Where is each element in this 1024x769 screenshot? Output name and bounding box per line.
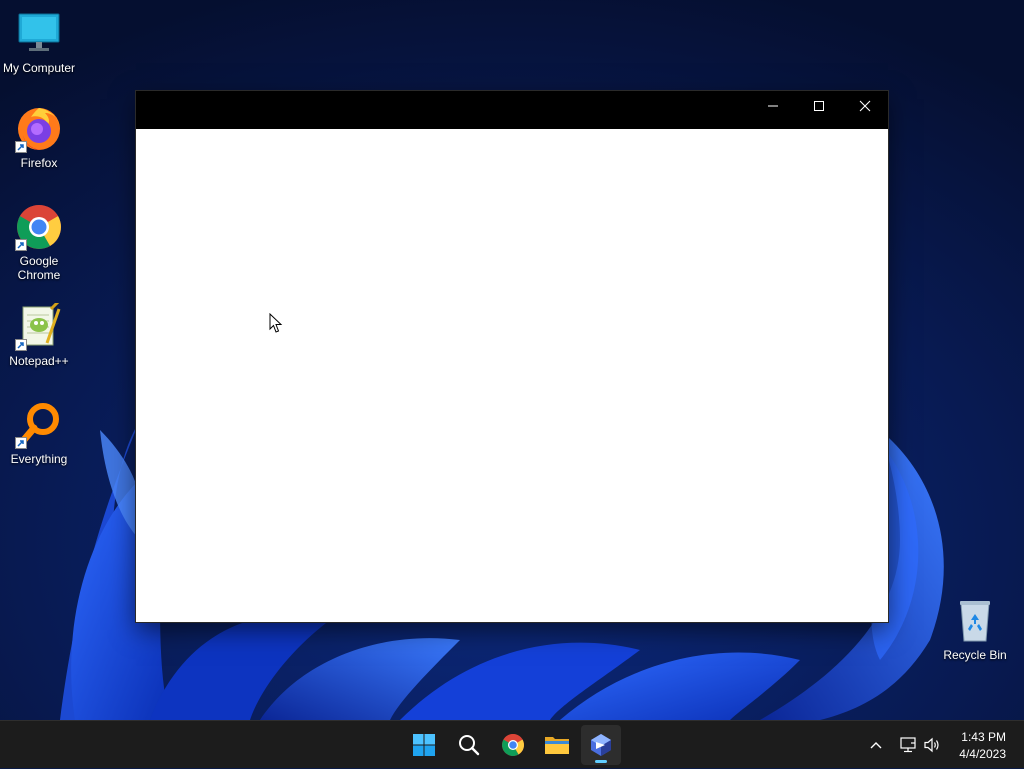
- recycle-bin-icon: [951, 597, 999, 645]
- app-window[interactable]: [136, 91, 888, 622]
- maximize-icon: [814, 101, 824, 111]
- active-app-indicator: [595, 760, 607, 763]
- everything-search-icon: [15, 401, 63, 449]
- desktop-icon-label: Recycle Bin: [943, 648, 1007, 662]
- desktop-icon-everything[interactable]: Everything: [0, 401, 78, 466]
- tray-overflow-button[interactable]: [864, 721, 888, 769]
- taskbar-start-button[interactable]: [404, 725, 444, 765]
- close-button[interactable]: [842, 91, 888, 121]
- search-icon: [459, 735, 480, 756]
- window-titlebar[interactable]: [136, 91, 888, 129]
- tray-network-button[interactable]: [896, 721, 920, 769]
- network-icon: [900, 737, 916, 753]
- shortcut-arrow-icon: [15, 339, 27, 351]
- shortcut-arrow-icon: [15, 141, 27, 153]
- windows-start-icon: [413, 734, 435, 756]
- folder-icon: [545, 737, 569, 754]
- shortcut-arrow-icon: [15, 239, 27, 251]
- desktop-icon-google-chrome[interactable]: Google Chrome: [0, 203, 78, 282]
- chevron-up-icon: [870, 742, 882, 749]
- desktop-icon-label: My Computer: [2, 61, 76, 75]
- app-icon: [591, 734, 611, 756]
- notepad-plus-plus-icon: [15, 299, 63, 351]
- clock-time: 1:43 PM: [961, 730, 1006, 744]
- taskbar: 1:43 PM 4/4/2023: [0, 720, 1024, 768]
- desktop-icon-label: Firefox: [20, 156, 58, 170]
- clock-date: 4/4/2023: [959, 747, 1006, 761]
- desktop-icon-firefox[interactable]: Firefox: [0, 105, 78, 170]
- taskbar-file-explorer-button[interactable]: [537, 725, 577, 765]
- desktop-icon-notepad-plus-plus[interactable]: Notepad++: [0, 299, 78, 368]
- firefox-icon: [15, 105, 63, 153]
- window-content-area[interactable]: [136, 129, 888, 622]
- taskbar-active-app-button[interactable]: [581, 725, 621, 765]
- desktop-icon-label: Everything: [10, 452, 68, 466]
- minimize-button[interactable]: [750, 91, 796, 121]
- desktop-icon-recycle-bin[interactable]: Recycle Bin: [936, 597, 1014, 662]
- mouse-cursor-icon: [269, 313, 283, 333]
- chrome-icon: [502, 734, 524, 756]
- minimize-icon: [768, 105, 778, 107]
- taskbar-search-button[interactable]: [449, 725, 489, 765]
- desktop-icon-label: Google Chrome: [17, 254, 61, 282]
- chrome-icon: [15, 203, 63, 251]
- close-icon: [859, 100, 871, 112]
- monitor-icon: [15, 10, 63, 58]
- desktop-icon-my-computer[interactable]: My Computer: [0, 10, 78, 75]
- taskbar-chrome-button[interactable]: [493, 725, 533, 765]
- shortcut-arrow-icon: [15, 437, 27, 449]
- desktop-icon-label: Notepad++: [9, 354, 69, 368]
- maximize-button[interactable]: [796, 91, 842, 121]
- taskbar-clock[interactable]: 1:43 PM 4/4/2023: [936, 729, 1006, 763]
